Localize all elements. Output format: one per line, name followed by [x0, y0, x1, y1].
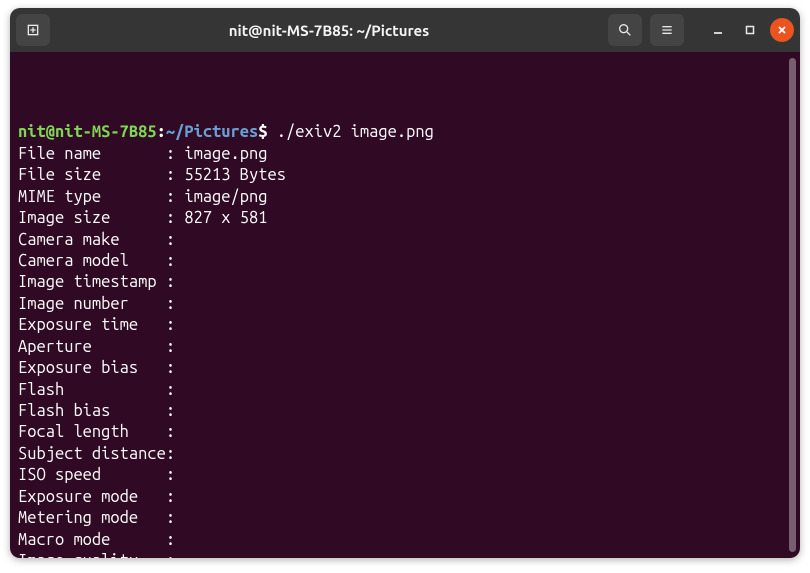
output-separator: : [166, 252, 184, 270]
output-separator: : [166, 509, 184, 527]
output-separator: : [166, 531, 184, 549]
maximize-button[interactable] [738, 18, 762, 42]
output-line: Exposure time : [18, 315, 800, 336]
output-label: Image size [18, 209, 166, 227]
output-value: 55213 Bytes [184, 166, 286, 184]
output-separator: : [166, 359, 184, 377]
minimize-icon [712, 24, 724, 36]
output-label: Macro mode [18, 531, 166, 549]
output-label: ISO speed [18, 466, 166, 484]
output-label: Flash bias [18, 402, 166, 420]
output-label: File size [18, 166, 166, 184]
close-icon [776, 24, 788, 36]
output-separator: : [166, 466, 184, 484]
output-container: File name : image.pngFile size : 55213 B… [18, 144, 800, 558]
output-line: Flash : [18, 380, 800, 401]
output-label: File name [18, 145, 166, 163]
output-separator: : [166, 552, 184, 558]
output-value: 827 x 581 [184, 209, 267, 227]
terminal-window: nit@nit-MS-7B85: ~/Pictures nit@nit-MS-7… [10, 8, 800, 558]
new-tab-icon [25, 22, 41, 38]
output-label: Focal length [18, 423, 166, 441]
window-title: nit@nit-MS-7B85: ~/Pictures [229, 22, 430, 39]
output-line: Image timestamp : [18, 272, 800, 293]
output-label: Exposure bias [18, 359, 166, 377]
output-label: Exposure mode [18, 488, 166, 506]
output-line: ISO speed : [18, 465, 800, 486]
output-line: Camera make : [18, 230, 800, 251]
output-separator: : [166, 231, 184, 249]
output-separator: : [166, 316, 184, 334]
close-button[interactable] [770, 18, 794, 42]
output-label: Flash [18, 381, 166, 399]
output-line: Image quality : [18, 551, 800, 558]
output-label: Aperture [18, 338, 166, 356]
search-icon [617, 22, 633, 38]
titlebar[interactable]: nit@nit-MS-7B85: ~/Pictures [10, 8, 800, 52]
output-value: image.png [184, 145, 267, 163]
output-label: Image timestamp [18, 273, 166, 291]
output-line: Subject distance: [18, 444, 800, 465]
output-separator: : [166, 273, 184, 291]
output-separator: : [166, 209, 184, 227]
output-line: Aperture : [18, 337, 800, 358]
output-line: Image number : [18, 294, 800, 315]
output-line: Image size : 827 x 581 [18, 208, 800, 229]
output-separator: : [166, 488, 184, 506]
prompt-colon: : [157, 123, 166, 141]
output-line: File name : image.png [18, 144, 800, 165]
output-label: Image number [18, 295, 166, 313]
output-label: Image quality [18, 552, 166, 558]
search-button[interactable] [608, 14, 642, 46]
output-separator: : [166, 381, 184, 399]
output-separator: : [166, 338, 184, 356]
minimize-button[interactable] [706, 18, 730, 42]
prompt-user-host: nit@nit-MS-7B85 [18, 123, 157, 141]
terminal-body[interactable]: nit@nit-MS-7B85:~/Pictures$ ./exiv2 imag… [10, 52, 800, 558]
scrollbar[interactable] [789, 58, 796, 552]
prompt-symbol: $ [258, 123, 267, 141]
output-label: Subject distance [18, 445, 166, 463]
output-separator: : [166, 295, 184, 313]
output-line: Focal length : [18, 422, 800, 443]
hamburger-icon [659, 22, 675, 38]
prompt-path: ~/Pictures [166, 123, 258, 141]
new-tab-button[interactable] [16, 14, 50, 46]
output-line: File size : 55213 Bytes [18, 165, 800, 186]
output-label: MIME type [18, 188, 166, 206]
output-line: Metering mode : [18, 508, 800, 529]
output-separator: : [166, 145, 184, 163]
output-label: Metering mode [18, 509, 166, 527]
output-separator: : [166, 423, 184, 441]
maximize-icon [744, 24, 756, 36]
prompt-line: nit@nit-MS-7B85:~/Pictures$ ./exiv2 imag… [18, 122, 800, 143]
output-line: Flash bias : [18, 401, 800, 422]
output-label: Exposure time [18, 316, 166, 334]
output-separator: : [166, 402, 184, 420]
output-line: Camera model : [18, 251, 800, 272]
output-label: Camera make [18, 231, 166, 249]
output-line: MIME type : image/png [18, 187, 800, 208]
menu-button[interactable] [650, 14, 684, 46]
output-value: image/png [184, 188, 267, 206]
output-label: Camera model [18, 252, 166, 270]
output-line: Exposure bias : [18, 358, 800, 379]
output-separator: : [166, 166, 184, 184]
command-text: ./exiv2 image.png [277, 123, 434, 141]
output-line: Exposure mode : [18, 487, 800, 508]
output-separator: : [166, 445, 184, 463]
output-separator: : [166, 188, 184, 206]
output-line: Macro mode : [18, 530, 800, 551]
